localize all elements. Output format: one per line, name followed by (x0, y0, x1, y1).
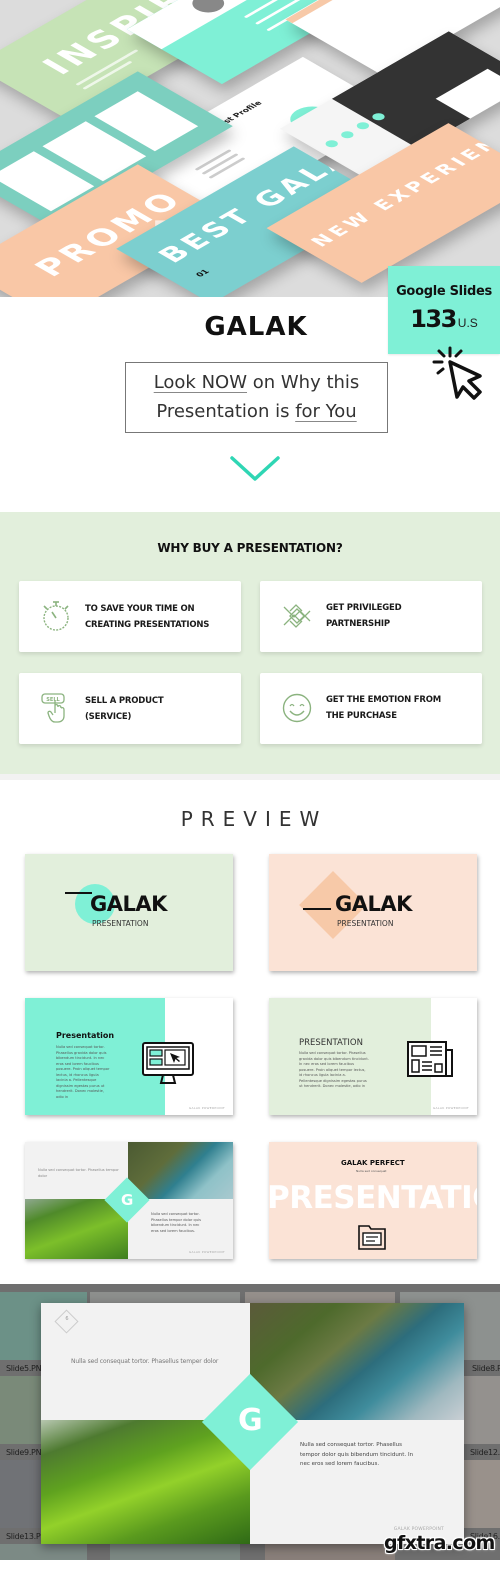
preview-slide-4[interactable]: PRESENTATION Nulla sed consequat tortor.… (269, 998, 477, 1115)
slide-title: Presentation (56, 1031, 115, 1040)
monitor-cursor-icon (142, 1042, 194, 1084)
why-card-text: GET PRIVILEGED PARTNERSHIP (326, 603, 402, 629)
newspaper-icon (407, 1041, 453, 1077)
section-divider (0, 774, 500, 780)
slide-subtitle: PRESENTATION (92, 919, 149, 928)
featured-slide-preview[interactable]: G 6 Nulla sed consequat tortor. Phasellu… (41, 1303, 464, 1544)
slide-subtitle: Nulla sed consequat (356, 1169, 387, 1173)
folder-document-icon (358, 1225, 386, 1250)
why-card-sell-product: SELL SELL A PRODUCT (SERVICE) (19, 673, 241, 744)
preview-slide-1[interactable]: GALAK PRESENTATION (25, 854, 233, 971)
sell-button-hand-icon: SELL (41, 693, 65, 723)
page: INSPIRE Your Best Profile PROMO BEST GAL… (0, 0, 500, 1569)
slide-body: Nulla sed consequat tortor. Phasellus te… (151, 1212, 201, 1233)
slide-big-text: PRESENTATION (269, 1180, 477, 1216)
preview-slide-6[interactable]: GALAK PERFECT Nulla sed consequat PRESEN… (269, 1142, 477, 1259)
photo-cliff (128, 1142, 233, 1199)
badge-letter: G (238, 1403, 263, 1438)
watermark: gfxtra.com (384, 1532, 495, 1554)
dash-line (303, 908, 331, 910)
slide-title: GALAK (90, 892, 167, 916)
badge-letter: G (121, 1191, 134, 1209)
chevron-down-icon[interactable] (228, 454, 282, 484)
slide-body: Nulla sed consequat tortor. Phasellus gr… (299, 1051, 369, 1088)
why-card-text: SELL A PRODUCT (SERVICE) (85, 696, 164, 722)
why-card-emotion: GET THE EMOTION FROM THE PURCHASE (260, 673, 482, 744)
cta-line-1: Look NOW on Why this (126, 368, 387, 397)
why-card-save-time: TO SAVE YOUR TIME ON CREATING PRESENTATIO… (19, 581, 241, 652)
smiley-icon (282, 693, 312, 723)
cta-link-for-you[interactable]: for You (295, 401, 357, 422)
cta-link-look-now[interactable]: Look NOW (154, 372, 247, 393)
featured-body: Nulla sed consequat tortor. Phasellus te… (300, 1442, 414, 1467)
slide-number: 6 (65, 1316, 69, 1322)
bottom-margin (0, 1560, 500, 1569)
dash-line (65, 892, 92, 894)
brand-title: GALAK (204, 312, 308, 342)
file-label: Slide12.PNG (470, 1448, 500, 1457)
platform-label: Google Slides (396, 284, 492, 299)
slide-title: GALAK (335, 892, 412, 916)
cta-text: on Why this (247, 372, 360, 393)
featured-caption: Nulla sed consequat tortor. Phasellus te… (71, 1358, 219, 1365)
why-card-text: TO SAVE YOUR TIME ON CREATING PRESENTATIO… (85, 604, 210, 630)
slide-subtitle: PRESENTATION (337, 919, 394, 928)
slide-title: GALAK PERFECT (341, 1159, 405, 1167)
preview-title: PREVIEW (180, 807, 328, 831)
slide-footer: GALAK POWERPOINT (188, 1250, 225, 1254)
cta-box[interactable]: Look NOW on Why this Presentation is for… (125, 362, 388, 433)
cta-text: Presentation is (156, 401, 296, 422)
slide-title: PRESENTATION (299, 1038, 363, 1048)
slide-footer: GALAK POWERPOINT (432, 1106, 469, 1110)
file-label: Slide8.PNG (472, 1364, 500, 1373)
handshake-icon (283, 604, 311, 628)
cta-line-2: Presentation is for You (126, 397, 387, 426)
preview-slide-2[interactable]: GALAK PRESENTATION (269, 854, 477, 971)
svg-text:SELL: SELL (46, 697, 60, 703)
why-title: WHY BUY A PRESENTATION? (157, 541, 343, 555)
cursor-click-icon (432, 346, 482, 400)
slide-body: Nulla sed consequat tortor. Phasellus gr… (56, 1045, 110, 1099)
photo-cliff (250, 1303, 464, 1420)
why-card-text: GET THE EMOTION FROM THE PURCHASE (326, 695, 442, 721)
why-card-partnership: GET PRIVILEGED PARTNERSHIP (260, 581, 482, 652)
slide-footer: GALAK POWERPOINT (188, 1106, 225, 1110)
slide-caption: Nulla sed consequat tortor. Phasellus te… (38, 1168, 119, 1178)
hero-mockup: INSPIRE Your Best Profile PROMO BEST GAL… (0, 0, 500, 297)
mockup-number: 01 (194, 268, 212, 279)
preview-slide-3[interactable]: Presentation Nulla sed consequat tortor.… (25, 998, 233, 1115)
preview-slide-5[interactable]: G Nulla sed consequat tortor. Phasellus … (25, 1142, 233, 1259)
stopwatch-icon (43, 601, 69, 631)
why-section: WHY BUY A PRESENTATION? TO SAVE YOUR TIM… (0, 512, 500, 774)
